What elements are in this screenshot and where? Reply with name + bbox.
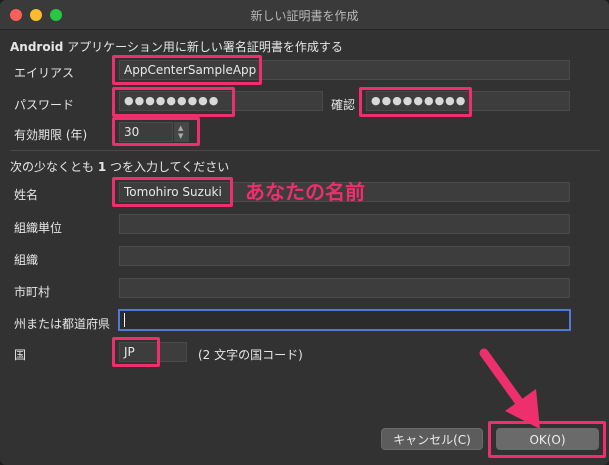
section1-heading-bold: Android [10, 40, 64, 54]
state-input[interactable] [118, 309, 571, 331]
country-label: 国 [14, 348, 27, 362]
alias-label: エイリアス [14, 66, 75, 80]
alias-highlight [112, 55, 262, 85]
validity-highlight [112, 117, 200, 146]
confirm-highlight [359, 87, 472, 117]
window-title: 新しい証明書を作成 [250, 9, 359, 23]
country-highlight [112, 337, 160, 367]
name-highlight [112, 177, 233, 207]
title-bar: 新しい証明書を作成 [0, 0, 609, 30]
name-annotation: あなたの名前 [245, 180, 365, 204]
separator [10, 150, 600, 151]
org-unit-input[interactable] [119, 214, 570, 234]
state-label: 州または都道府県 [14, 317, 111, 331]
section1-heading-text: アプリケーション用に新しい署名証明書を作成する [63, 40, 343, 54]
confirm-label: 確認 [331, 98, 356, 112]
section2-heading-pre: 次の少なくとも [10, 160, 98, 174]
org-label: 組織 [14, 253, 39, 267]
password-highlight [112, 87, 235, 117]
country-hint: (2 文字の国コード) [198, 348, 303, 362]
create-certificate-dialog: 新しい証明書を作成 Android アプリケーション用に新しい署名証明書を作成す… [0, 0, 609, 465]
org-unit-label: 組織単位 [14, 221, 63, 235]
password-label: パスワード [14, 98, 75, 112]
name-label: 姓名 [14, 188, 39, 202]
ok-highlight [488, 421, 606, 458]
city-input[interactable] [119, 278, 570, 298]
section1-heading: Android アプリケーション用に新しい署名証明書を作成する [10, 38, 343, 55]
org-input[interactable] [119, 246, 570, 266]
city-label: 市町村 [14, 285, 51, 299]
section2-heading-post: つを入力してください [106, 160, 230, 174]
section2-heading: 次の少なくとも 1 つを入力してください [10, 158, 229, 175]
validity-label: 有効期限 (年) [14, 128, 88, 142]
section2-heading-num: 1 [97, 160, 107, 174]
cancel-button[interactable]: キャンセル(C) [381, 428, 483, 450]
